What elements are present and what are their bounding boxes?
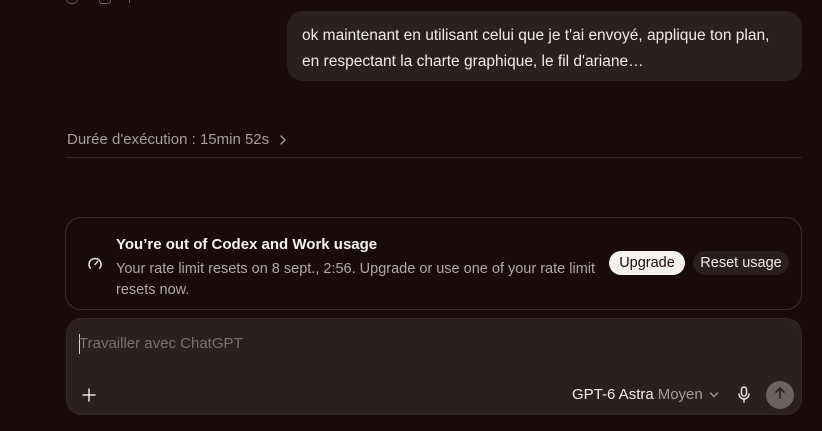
chevron-right-icon [277, 134, 289, 146]
divider [66, 157, 802, 158]
thumbs-icon[interactable] [99, 0, 111, 4]
send-button[interactable] [766, 381, 794, 409]
model-name: GPT-6 Astra [572, 386, 654, 403]
effort-level: Moyen [657, 386, 703, 403]
notice-title: You’re out of Codex and Work usage [116, 236, 378, 253]
share-icon[interactable] [123, 0, 130, 3]
microphone-icon[interactable] [737, 386, 751, 404]
arrow-up-icon [773, 386, 787, 405]
user-message-bubble: ok maintenant en utilisant celui que je … [287, 11, 802, 81]
message-actions-toolbar [66, 0, 156, 4]
reset-usage-button[interactable]: Reset usage [693, 251, 789, 275]
gauge-icon [88, 257, 102, 271]
model-selector[interactable]: GPT-6 Astra Moyen [572, 386, 719, 403]
notice-message: Your rate limit resets on 8 sept., 2:56.… [116, 261, 596, 298]
copy-icon[interactable] [66, 0, 78, 4]
prompt-input[interactable] [79, 330, 559, 356]
chat-composer: GPT-6 Astra Moyen [66, 318, 802, 415]
usage-limit-notice: You’re out of Codex and Work usage Your … [65, 217, 802, 310]
plus-icon[interactable] [81, 387, 97, 403]
user-message-text: ok maintenant en utilisant celui que je … [302, 27, 770, 70]
chevron-down-icon [709, 390, 719, 400]
execution-duration[interactable]: Durée d'exécution : 15min 52s [67, 131, 289, 148]
upgrade-button[interactable]: Upgrade [609, 251, 685, 275]
duration-label: Durée d'exécution : 15min 52s [67, 131, 270, 148]
